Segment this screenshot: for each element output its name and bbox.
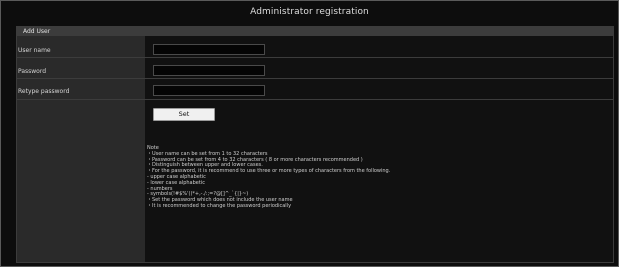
row-divider: [17, 99, 613, 100]
user-name-label: User name: [18, 47, 51, 54]
password-label: Password: [18, 68, 47, 75]
add-user-panel: Add User: [16, 26, 614, 263]
row-divider: [17, 57, 613, 58]
note-block: Note ・User name can be set from 1 to 32 …: [147, 145, 602, 210]
password-input[interactable]: [153, 65, 265, 76]
section-header: Add User: [17, 27, 613, 36]
retype-password-label: Retype password: [18, 88, 70, 95]
user-name-input[interactable]: [153, 44, 265, 55]
page-title: Administrator registration: [250, 7, 369, 17]
note-line: ・It is recommended to change the passwor…: [147, 202, 292, 209]
set-button[interactable]: Set: [153, 108, 215, 121]
row-divider: [17, 78, 613, 79]
admin-registration-window: Administrator registration Add User User…: [0, 0, 619, 267]
retype-password-input[interactable]: [153, 85, 265, 96]
